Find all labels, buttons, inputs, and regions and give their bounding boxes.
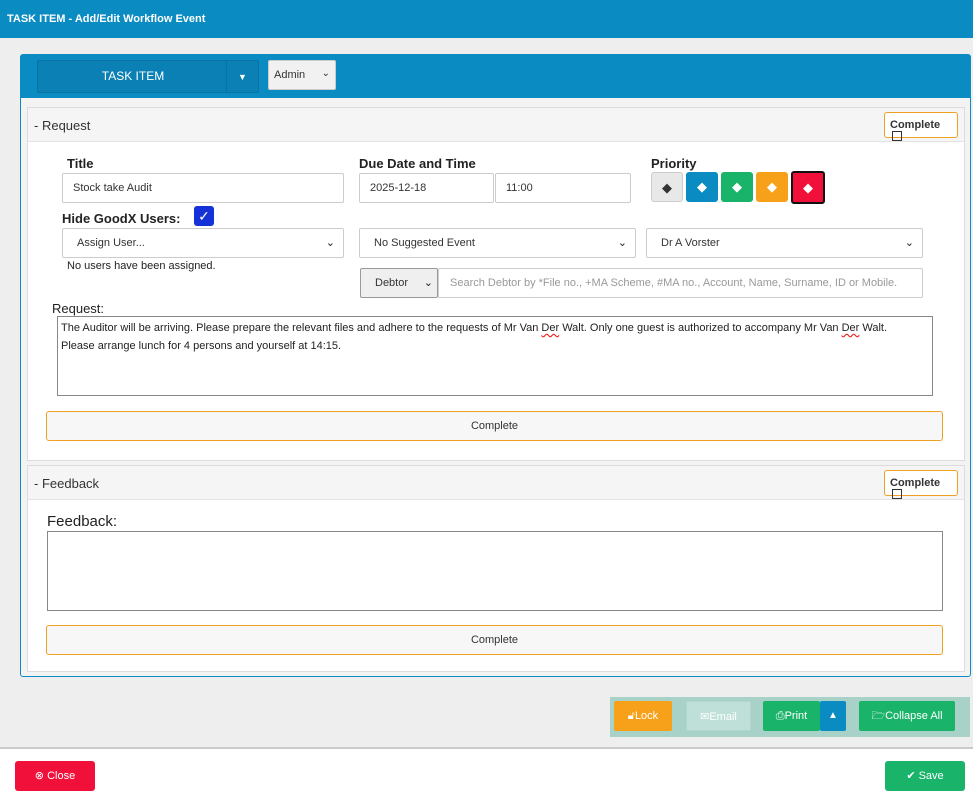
feedback-complete-checkbox[interactable]: Complete [884,470,958,499]
save-button[interactable]: ✔ Save [885,761,965,791]
envelope-icon: ✉ [700,711,710,723]
tag-icon: ◆ [767,179,777,194]
debtor-type-select[interactable]: Debtor ⌄ [360,268,438,298]
close-button[interactable]: ⊗ Close [15,761,95,791]
request-text-line-2: Please arrange lunch for 4 persons and y… [61,340,342,352]
print-button[interactable]: ⎙Print [763,701,820,731]
suggested-event-value: No Suggested Event [374,237,475,249]
tag-icon: ◆ [697,179,707,194]
feedback-section-title: - Feedback [34,476,100,491]
tag-icon: ◆ [803,180,813,195]
request-label: Request: [52,301,105,316]
admin-select-value: Admin [274,69,306,81]
action-toolbar: 🔓︎Lock ✉Email ⎙Print ▲ 🗁︎Collapse All [610,697,970,737]
caret-down-icon[interactable]: ▼ [226,61,258,92]
request-section-title: - Request [34,118,91,133]
due-date-input[interactable]: 2025-12-18 [359,173,494,203]
bottom-bar: ⊗ Close ✔ Save [0,747,973,799]
checkbox-icon [892,131,902,141]
chevron-down-icon: ⌄ [904,237,914,249]
priority-label: Priority [651,156,697,171]
doctor-select[interactable]: Dr A Vorster ⌄ [646,228,923,258]
request-complete-checkbox[interactable]: Complete [884,112,958,141]
request-text-line-1: The Auditor will be arriving. Please pre… [61,322,888,334]
checkbox-icon [892,489,902,499]
printer-icon: ⎙ [775,710,785,722]
debtor-type-value: Debtor [375,277,409,289]
request-textarea[interactable]: The Auditor will be arriving. Please pre… [57,316,933,396]
caret-up-icon: ▲ [828,710,838,721]
folder-open-icon: 🗁︎ [871,710,886,722]
feedback-textarea[interactable] [47,531,943,611]
request-complete-button[interactable]: Complete [46,411,943,441]
doctor-value: Dr A Vorster [661,237,720,249]
hide-users-checkbox[interactable]: ✓ [194,206,214,226]
check-icon: ✓ [198,208,210,224]
tag-icon: ◆ [662,180,672,195]
priority-normal-button[interactable]: ◆ [721,172,753,202]
print-label: Print [784,710,808,722]
task-type-dropdown[interactable]: TASK ITEM ▼ [37,60,259,93]
email-label: Email [709,711,737,723]
collapse-all-label: Collapse All [885,710,943,722]
debtor-search-input[interactable]: Search Debtor by *File no., +MA Scheme, … [438,268,923,298]
admin-select[interactable]: Admin ⌄ [268,60,336,90]
chevron-down-icon: ⌄ [617,237,627,249]
close-label: Close [47,770,76,782]
tag-icon: ◆ [732,179,742,194]
lock-icon: 🔓︎ [627,710,635,722]
suggested-event-select[interactable]: No Suggested Event ⌄ [359,228,636,258]
priority-high-button[interactable]: ◆ [756,172,788,202]
request-section-header[interactable]: - Request Complete [28,108,964,142]
email-button[interactable]: ✉Email [686,701,751,731]
close-circle-icon: ⊗ [34,770,45,782]
priority-low-button[interactable]: ◆ [686,172,718,202]
feedback-section-header[interactable]: - Feedback Complete [28,466,964,500]
feedback-complete-button[interactable]: Complete [46,625,943,655]
print-options-button[interactable]: ▲ [820,701,846,731]
complete-check-label: Complete [890,119,941,131]
feedback-label: Feedback: [47,513,118,530]
due-time-input[interactable]: 11:00 [495,173,631,203]
lock-label: Lock [634,710,659,722]
chevron-down-icon: ⌄ [321,68,330,79]
chevron-down-icon: ⌄ [423,277,433,289]
hide-users-label: Hide GoodX Users: [62,211,181,226]
check-circle-icon: ✔ [906,770,916,782]
assign-user-select[interactable]: Assign User... ⌄ [62,228,344,258]
due-date-label: Due Date and Time [359,156,476,171]
priority-none-button[interactable]: ◆ [651,172,683,202]
window-title: TASK ITEM - Add/Edit Workflow Event [0,0,973,38]
assign-user-value: Assign User... [77,237,145,249]
panel-header: TASK ITEM ▼ Admin ⌄ [21,55,970,98]
chevron-down-icon: ⌄ [325,237,335,249]
no-users-text: No users have been assigned. [67,260,216,272]
priority-urgent-button[interactable]: ◆ [791,171,825,204]
task-type-label: TASK ITEM [101,69,165,83]
collapse-all-button[interactable]: 🗁︎Collapse All [859,701,955,731]
lock-button[interactable]: 🔓︎Lock [614,701,672,731]
save-label: Save [918,770,944,782]
title-label: Title [67,156,94,171]
complete-check-label: Complete [890,477,941,489]
title-input[interactable]: Stock take Audit [62,173,344,203]
